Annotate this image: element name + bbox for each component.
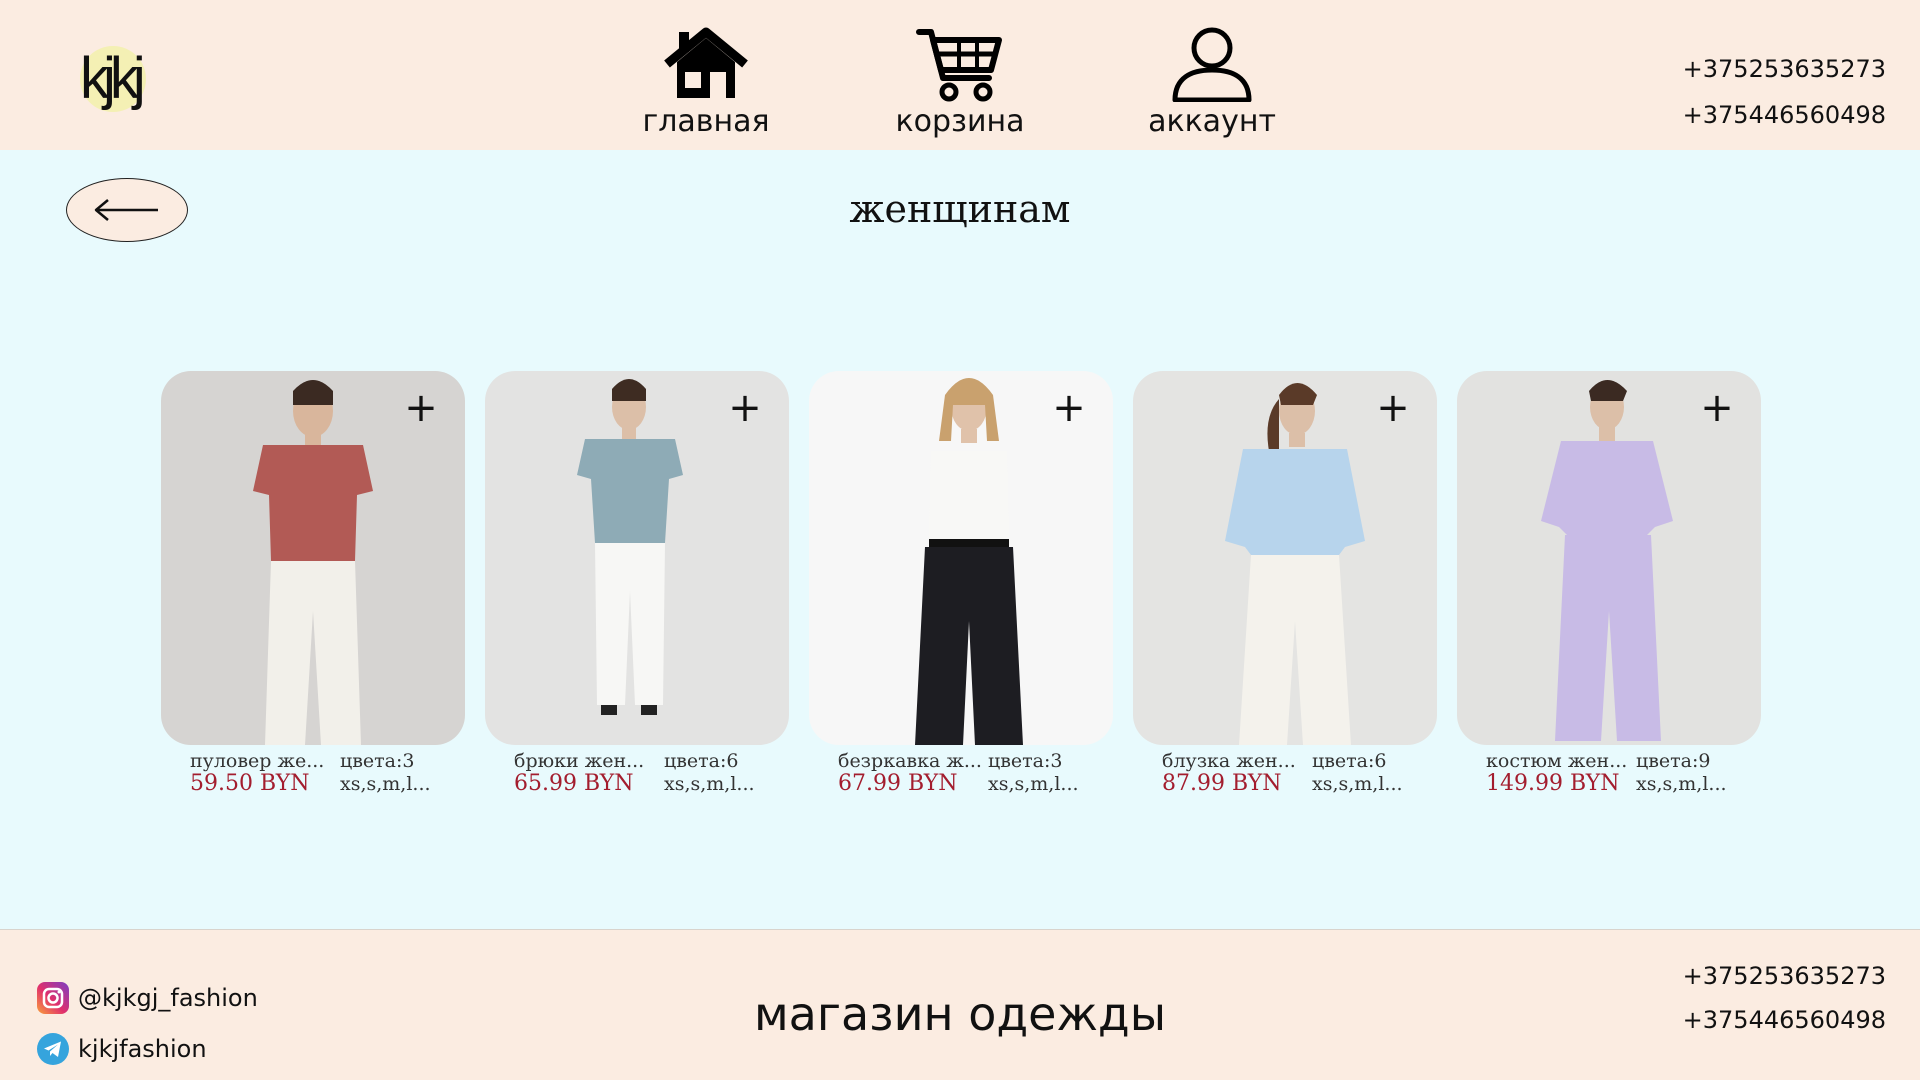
product-image[interactable]: + <box>1133 371 1437 745</box>
product-name[interactable]: брюки жен... <box>514 750 654 772</box>
product-image[interactable]: + <box>161 371 465 745</box>
nav-account[interactable]: аккаунт <box>1122 26 1302 146</box>
product-price: 65.99 BYN <box>514 771 634 796</box>
product-colors: цвета:3 <box>340 750 415 772</box>
footer: @kjkgj_fashion kjkjfashion магазин одежд… <box>0 929 1920 1080</box>
add-to-cart-button[interactable]: + <box>1373 388 1413 429</box>
add-to-cart-button[interactable]: + <box>1697 388 1737 429</box>
product-colors: цвета:9 <box>1636 750 1711 772</box>
product-colors: цвета:6 <box>664 750 739 772</box>
product-sizes: xs,s,m,l... <box>1312 773 1403 795</box>
page-title: женщинам <box>849 187 1071 231</box>
nav-home-label: главная <box>642 104 770 139</box>
nav-account-label: аккаунт <box>1148 104 1276 139</box>
header-phone-1[interactable]: +375253635273 <box>1683 46 1886 92</box>
user-icon <box>1172 27 1252 102</box>
product-name[interactable]: пуловер же... <box>190 750 330 772</box>
product-card[interactable]: + пуловер же... 59.50 BYN цвета:3 xs,s,m… <box>161 371 465 801</box>
product-card[interactable]: + блузка жен... 87.99 BYN цвета:6 xs,s,m… <box>1133 371 1437 801</box>
product-sizes: xs,s,m,l... <box>1636 773 1727 795</box>
add-to-cart-button[interactable]: + <box>401 388 441 429</box>
product-image[interactable]: + <box>485 371 789 745</box>
add-to-cart-button[interactable]: + <box>1049 388 1089 429</box>
nav-cart-label: корзина <box>895 104 1025 139</box>
product-price: 67.99 BYN <box>838 771 958 796</box>
product-card[interactable]: + костюм жен... 149.99 BYN цвета:9 xs,s,… <box>1457 371 1761 801</box>
product-card[interactable]: + безркавка ж... 67.99 BYN цвета:3 xs,s,… <box>809 371 1113 801</box>
header: kjkj главная корзина аккаунт +3752536352… <box>0 0 1920 150</box>
logo-text: kjkj <box>80 46 146 111</box>
product-name[interactable]: блузка жен... <box>1162 750 1302 772</box>
product-card[interactable]: + брюки жен... 65.99 BYN цвета:6 xs,s,m,… <box>485 371 789 801</box>
footer-phones: +375253635273 +375446560498 <box>1683 954 1886 1042</box>
home-icon <box>664 27 748 98</box>
product-price: 87.99 BYN <box>1162 771 1282 796</box>
add-to-cart-button[interactable]: + <box>725 388 765 429</box>
footer-phone-2[interactable]: +375446560498 <box>1683 998 1886 1042</box>
product-colors: цвета:3 <box>988 750 1063 772</box>
footer-title: магазин одежды <box>753 987 1167 1041</box>
product-colors: цвета:6 <box>1312 750 1387 772</box>
product-name[interactable]: костюм жен... <box>1486 750 1627 772</box>
product-price: 149.99 BYN <box>1486 771 1620 796</box>
nav-cart[interactable]: корзина <box>870 26 1050 146</box>
product-sizes: xs,s,m,l... <box>340 773 431 795</box>
nav-home[interactable]: главная <box>616 26 796 146</box>
product-sizes: xs,s,m,l... <box>988 773 1079 795</box>
product-image[interactable]: + <box>809 371 1113 745</box>
logo[interactable]: kjkj <box>78 44 154 114</box>
header-phones: +375253635273 +375446560498 <box>1683 46 1886 138</box>
header-phone-2[interactable]: +375446560498 <box>1683 92 1886 138</box>
product-sizes: xs,s,m,l... <box>664 773 755 795</box>
product-price: 59.50 BYN <box>190 771 310 796</box>
cart-icon <box>916 29 1002 102</box>
product-name[interactable]: безркавка ж... <box>838 750 982 772</box>
product-image[interactable]: + <box>1457 371 1761 745</box>
footer-phone-1[interactable]: +375253635273 <box>1683 954 1886 998</box>
